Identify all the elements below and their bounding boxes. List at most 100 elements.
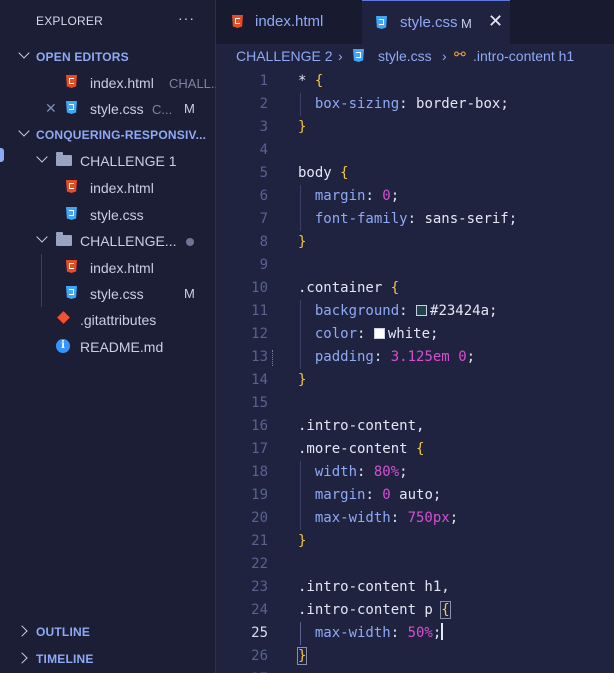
file-item-gitattributes[interactable]: .gitattributes xyxy=(0,307,216,333)
file-item-index-html[interactable]: index.html xyxy=(0,175,216,201)
value: white xyxy=(387,326,431,342)
brace: } xyxy=(298,372,307,388)
folder-challenge-1[interactable]: CHALLENGE 1 xyxy=(0,148,216,174)
code-line-17: .more-content { xyxy=(298,438,424,461)
selector: .intro-content p xyxy=(298,602,433,618)
breadcrumb-file[interactable]: style.css xyxy=(378,48,432,64)
line-number: 14 xyxy=(251,372,268,388)
open-editor-item-index-html[interactable]: index.html CHALL... xyxy=(0,70,222,96)
number-value: 0 xyxy=(458,349,467,365)
chevron-down-icon xyxy=(36,231,48,243)
value: auto xyxy=(399,487,433,503)
chevron-right-icon: › xyxy=(442,48,447,64)
modified-badge: M xyxy=(184,101,195,116)
line-number: 23 xyxy=(251,579,268,595)
line-number: 1 xyxy=(259,73,268,89)
code-line-3: } xyxy=(298,116,306,139)
brace: { xyxy=(440,601,451,619)
number-value: 80% xyxy=(373,464,400,480)
code-line-1: * { xyxy=(298,70,323,93)
value: sans-serif xyxy=(424,211,509,227)
property: margin xyxy=(314,188,366,204)
info-icon: i xyxy=(56,339,70,353)
property: max-width xyxy=(314,510,391,526)
editor-tab-bar: index.html style.css M ✕ xyxy=(216,0,614,44)
line-number: 4 xyxy=(259,142,268,158)
code-line-18: width: 80%; xyxy=(314,464,408,480)
tab-index-html[interactable]: index.html xyxy=(216,0,362,44)
brace: } xyxy=(298,234,307,250)
folder-open-icon xyxy=(56,232,72,246)
line-number: 26 xyxy=(251,648,268,664)
close-icon[interactable]: ✕ xyxy=(45,100,57,117)
chevron-down-icon xyxy=(18,47,30,59)
css3-icon xyxy=(66,101,77,114)
breadcrumb-folder[interactable]: CHALLENGE 2 xyxy=(236,48,332,64)
timeline-section-header[interactable]: TIMELINE xyxy=(0,646,216,672)
outline-section-header[interactable]: OUTLINE xyxy=(0,619,216,645)
color-swatch[interactable] xyxy=(416,305,428,316)
line-number: 8 xyxy=(259,234,268,250)
number-value: 3.125em xyxy=(390,349,450,365)
workspace-section-header[interactable]: CONQUERING-RESPONSIV... xyxy=(0,122,216,148)
file-label: index.html xyxy=(90,180,154,196)
more-actions-icon[interactable]: ··· xyxy=(178,10,195,26)
color-swatch[interactable] xyxy=(373,328,385,339)
file-label: style.css xyxy=(90,207,144,223)
open-editor-filename: style.css xyxy=(90,101,144,117)
selector: .more-content xyxy=(298,441,408,457)
line-number: 2 xyxy=(259,96,268,112)
css3-icon xyxy=(376,16,387,29)
file-label: index.html xyxy=(90,260,154,276)
file-label: style.css xyxy=(90,286,144,302)
workspace-label: CONQUERING-RESPONSIV... xyxy=(36,128,207,142)
explorer-header: EXPLORER ··· xyxy=(0,0,216,44)
value: border-box xyxy=(416,96,501,112)
code-line-20: max-width: 750px; xyxy=(314,510,459,526)
file-item-style-css[interactable]: style.css xyxy=(0,202,216,228)
number-value: 750px xyxy=(407,510,450,526)
css3-icon xyxy=(353,49,364,62)
line-number: 10 xyxy=(251,280,268,296)
line-number: 21 xyxy=(251,533,268,549)
code-line-14: } xyxy=(298,369,306,392)
code-line-26: } xyxy=(296,645,308,668)
code-line-24: .intro-content p { xyxy=(298,599,451,622)
close-icon[interactable]: ✕ xyxy=(488,11,503,32)
folder-label: CHALLENGE 1 xyxy=(80,153,177,169)
line-number: 25 xyxy=(251,625,268,641)
code-line-6: margin: 0; xyxy=(314,188,400,204)
property: box-sizing xyxy=(314,96,400,112)
html5-icon xyxy=(232,15,243,28)
folder-label: CHALLENGE... xyxy=(80,233,177,249)
file-item-index-html[interactable]: index.html xyxy=(0,255,216,281)
tab-label: style.css xyxy=(400,14,458,31)
tab-style-css[interactable]: style.css M ✕ xyxy=(362,0,510,44)
line-number: 3 xyxy=(259,119,268,135)
code-editor[interactable]: 1 2 3 4 5 6 7 8 9 10 11 12 13 14 15 16 17 18 19 20 21 22 23 24 2… xyxy=(216,70,614,673)
breadcrumb-symbol[interactable]: .intro-content h1 xyxy=(473,48,574,64)
folder-challenge-2[interactable]: CHALLENGE... xyxy=(0,228,216,254)
file-item-readme[interactable]: i README.md xyxy=(0,334,216,360)
number-value: 0 xyxy=(382,188,391,204)
line-number: 17 xyxy=(251,441,268,457)
property: max-width xyxy=(314,625,391,641)
line-number: 6 xyxy=(259,188,268,204)
open-editor-item-style-css[interactable]: ✕ style.css C... M xyxy=(0,96,216,122)
code-line-12: color: white; xyxy=(314,326,439,342)
line-number: 27 xyxy=(216,668,268,673)
chevron-right-icon: › xyxy=(338,48,343,64)
open-editors-section-header[interactable]: OPEN EDITORS xyxy=(0,44,216,70)
property: font-family xyxy=(314,211,408,227)
code-line-2: box-sizing: border-box; xyxy=(314,96,509,112)
file-item-style-css[interactable]: style.css M xyxy=(0,281,216,307)
code-line-16: .intro-content, xyxy=(298,415,424,438)
line-number: 5 xyxy=(259,165,268,181)
chevron-down-icon xyxy=(18,125,30,137)
selector: .container xyxy=(298,280,383,296)
chevron-right-icon xyxy=(16,625,28,637)
line-number: 15 xyxy=(251,395,268,411)
modified-badge: M xyxy=(461,16,472,31)
folder-open-icon xyxy=(56,152,72,166)
selector: * xyxy=(298,73,307,89)
